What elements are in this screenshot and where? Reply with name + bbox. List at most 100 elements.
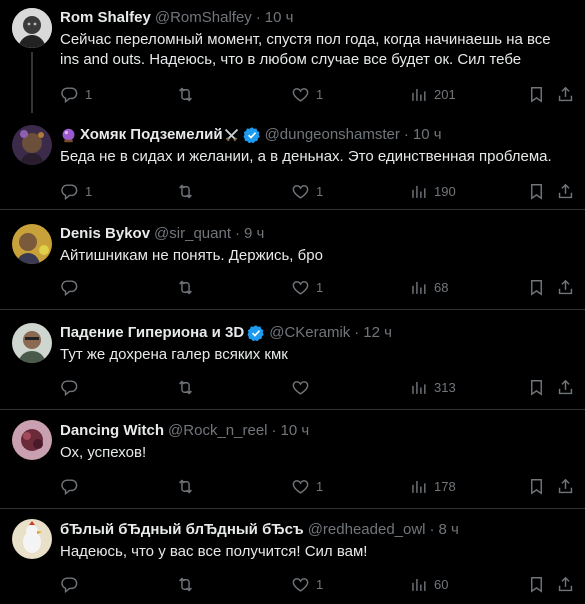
retweet-button[interactable] (176, 476, 195, 496)
reply-button[interactable]: 1 (60, 181, 92, 201)
author-name[interactable]: Dancing Witch (60, 421, 164, 441)
author-handle[interactable]: @sir_quant (154, 224, 231, 244)
reply-button[interactable] (60, 277, 85, 297)
author-handle[interactable]: @Rock_n_reel (168, 421, 267, 441)
bookmark-button[interactable] (527, 84, 546, 104)
like-button[interactable]: 1 (291, 84, 323, 104)
timestamp[interactable]: 10 ч (265, 8, 294, 28)
reply-icon (60, 575, 79, 594)
bookmark-button[interactable] (527, 181, 546, 201)
retweet-icon (176, 477, 195, 496)
timestamp[interactable]: 12 ч (363, 323, 392, 343)
bookmark-icon (527, 182, 546, 201)
timestamp[interactable]: 10 ч (413, 125, 442, 145)
retweet-button[interactable] (176, 84, 195, 104)
tweet[interactable]: бЂлый бЂдный блЂдный бЂсъ @redheaded_owl… (0, 510, 585, 604)
views-button[interactable]: 313 (409, 377, 456, 397)
views-button[interactable]: 201 (409, 84, 456, 104)
bookmark-icon (527, 378, 546, 397)
like-button[interactable]: 1 (291, 574, 323, 594)
share-button[interactable] (556, 377, 575, 397)
crystal-ball-icon (62, 128, 75, 142)
avatar[interactable] (12, 8, 52, 48)
tweet-text: Беда не в сидах и желании, а в деньнах. … (60, 148, 552, 165)
reply-button[interactable] (60, 377, 85, 397)
author-name[interactable]: Denis Bykov (60, 224, 150, 244)
retweet-button[interactable] (176, 181, 195, 201)
tweet[interactable]: Rom Shalfey @RomShalfey · 10 ч Сейчас пе… (0, 0, 585, 113)
like-button[interactable]: 1 (291, 181, 323, 201)
avatar[interactable] (12, 125, 52, 165)
action-bar: 1 60 (60, 574, 573, 594)
action-bar: 1 1 201 (60, 84, 573, 104)
retweet-button[interactable] (176, 277, 195, 297)
action-bar: 1 178 (60, 476, 573, 496)
bookmark-button[interactable] (527, 574, 546, 594)
bookmark-button[interactable] (527, 277, 546, 297)
views-button[interactable]: 178 (409, 476, 456, 496)
avatar[interactable] (12, 323, 52, 363)
author-name[interactable]: Падение Гипериона и 3D (60, 323, 244, 343)
share-icon (556, 182, 575, 201)
share-icon (556, 477, 575, 496)
author-handle[interactable]: @redheaded_owl (308, 520, 426, 540)
view-count: 190 (434, 183, 456, 199)
author-name[interactable]: Rom Shalfey (60, 8, 151, 28)
reply-button[interactable] (60, 574, 85, 594)
tweet-text: Ох, успехов! (60, 444, 147, 461)
bookmark-button[interactable] (527, 377, 546, 397)
share-button[interactable] (556, 84, 575, 104)
views-button[interactable]: 68 (409, 277, 448, 297)
avatar[interactable] (12, 420, 52, 460)
like-count: 1 (316, 279, 324, 295)
share-button[interactable] (556, 574, 575, 594)
separator-dot: · (354, 324, 360, 341)
timestamp[interactable]: 9 ч (244, 224, 264, 244)
reply-icon (60, 278, 79, 297)
reply-icon (60, 378, 79, 397)
tweet[interactable]: Хомяк Подземелий @dungeonshamster · 10 ч… (0, 113, 585, 210)
tweet[interactable]: Падение Гипериона и 3D @CKeramik · 12 ч … (0, 311, 585, 410)
views-button[interactable]: 60 (409, 574, 448, 594)
share-icon (556, 575, 575, 594)
like-button[interactable]: 1 (291, 476, 323, 496)
tweet[interactable]: Denis Bykov @sir_quant · 9 ч Айтишникам … (0, 211, 585, 310)
reply-button[interactable] (60, 476, 85, 496)
separator-dot: · (234, 225, 240, 242)
separator-dot: · (255, 9, 261, 26)
share-button[interactable] (556, 277, 575, 297)
bookmark-icon (527, 85, 546, 104)
like-icon (291, 85, 310, 104)
bookmark-button[interactable] (527, 476, 546, 496)
avatar[interactable] (12, 519, 52, 559)
reply-feed: Rom Shalfey @RomShalfey · 10 ч Сейчас пе… (0, 0, 585, 604)
verified-icon[interactable] (243, 126, 261, 144)
like-icon (291, 182, 310, 201)
timestamp[interactable]: 8 ч (439, 520, 459, 540)
view-count: 178 (434, 478, 456, 494)
share-icon (556, 378, 575, 397)
views-icon (409, 85, 428, 104)
like-button[interactable]: 1 (291, 277, 323, 297)
retweet-icon (176, 378, 195, 397)
reply-button[interactable]: 1 (60, 84, 92, 104)
tweet-text: Надеюсь, что у вас все получится! Сил ва… (60, 543, 368, 560)
share-button[interactable] (556, 476, 575, 496)
like-button[interactable] (291, 377, 316, 397)
share-button[interactable] (556, 181, 575, 201)
retweet-button[interactable] (176, 377, 195, 397)
timestamp[interactable]: 10 ч (281, 421, 310, 441)
author-handle[interactable]: @CKeramik (269, 323, 350, 343)
like-icon (291, 477, 310, 496)
author-name[interactable]: бЂлый бЂдный блЂдный бЂсъ (60, 520, 304, 540)
view-count: 60 (434, 576, 449, 592)
author-name[interactable]: Хомяк Подземелий (80, 125, 223, 145)
retweet-button[interactable] (176, 574, 195, 594)
verified-icon[interactable] (247, 324, 265, 342)
like-icon (291, 378, 310, 397)
tweet[interactable]: Dancing Witch @Rock_n_reel · 10 ч Ох, ус… (0, 411, 585, 509)
avatar[interactable] (12, 224, 52, 264)
author-handle[interactable]: @RomShalfey (155, 8, 252, 28)
author-handle[interactable]: @dungeonshamster (265, 125, 400, 145)
views-button[interactable]: 190 (409, 181, 456, 201)
